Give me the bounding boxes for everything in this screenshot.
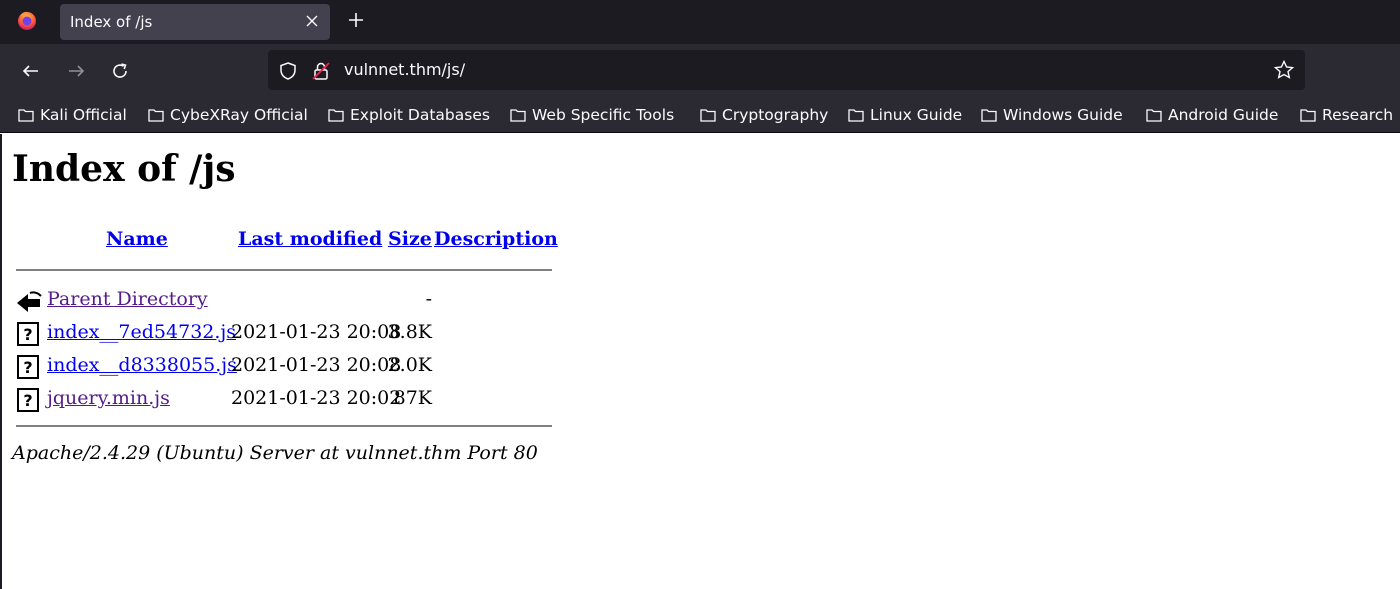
firefox-icon[interactable] [16,9,38,31]
file-link[interactable]: Parent Directory [47,288,208,310]
folder-icon [148,109,164,122]
column-header-size[interactable]: Size [388,228,432,250]
bookmark-windows-guide[interactable]: Windows Guide [980,104,1123,126]
forward-arrow-icon[interactable] [63,58,89,84]
bookmark-label: Kali Official [40,106,127,124]
file-link[interactable]: jquery.min.js [47,387,170,409]
table-row: ? index__7ed54732.js 2021-01-23 20:08 3.… [16,320,556,348]
file-link[interactable]: index__7ed54732.js [47,321,236,343]
reload-icon[interactable] [107,58,133,84]
bookmark-cybexray-official[interactable]: CybeXRay Official [147,104,308,126]
bookmark-label: Android Guide [1168,106,1279,124]
new-tab-plus-icon[interactable] [344,8,368,32]
unknown-file-icon: ? [17,388,39,412]
bookmark-kali-official[interactable]: Kali Official [17,104,127,126]
close-icon[interactable] [302,11,322,31]
folder-icon [328,109,344,122]
bookmark-android-guide[interactable]: Android Guide [1145,104,1278,126]
url-bar[interactable]: vulnnet.thm/js/ [268,50,1305,90]
divider-bottom [16,425,552,427]
bookmark-label: Research [1322,106,1394,124]
bookmarks-toolbar: Kali Official CybeXRay Official Exploit … [0,98,1400,133]
bookmark-research[interactable]: Research [1299,104,1393,126]
bookmark-exploit-databases[interactable]: Exploit Databases [327,104,490,126]
folder-icon [1146,109,1162,122]
bookmark-label: Windows Guide [1003,106,1123,124]
svg-text:?: ? [23,391,32,410]
file-link[interactable]: index__d8338055.js [47,354,237,376]
unknown-file-icon: ? [17,355,39,379]
tab-bar: Index of /js [0,0,1400,44]
file-modified: 2021-01-23 20:02 [231,387,402,409]
page-content: Index of /js Name Last modified Size Des… [0,134,1400,589]
bookmark-cryptography[interactable]: Cryptography [699,104,828,126]
file-size: - [425,288,432,310]
table-row: ? jquery.min.js 2021-01-23 20:02 87K [16,386,556,414]
url-text[interactable]: vulnnet.thm/js/ [344,60,465,79]
bookmark-star-icon[interactable] [1273,59,1295,81]
server-signature: Apache/2.4.29 (Ubuntu) Server at vulnnet… [12,442,538,464]
svg-text:?: ? [23,325,32,344]
navigation-toolbar: vulnnet.thm/js/ [0,44,1400,98]
back-icon [17,291,42,312]
folder-icon [510,109,526,122]
file-modified: 2021-01-23 20:08 [231,321,402,343]
file-modified: 2021-01-23 20:08 [231,354,402,376]
svg-text:?: ? [23,358,32,377]
table-row: Parent Directory - [16,287,556,315]
bookmark-label: Linux Guide [870,106,963,124]
table-row: ? index__d8338055.js 2021-01-23 20:08 2.… [16,353,556,381]
folder-icon [848,109,864,122]
tracking-shield-icon[interactable] [278,61,298,81]
bookmark-label: Web Specific Tools [532,106,675,124]
tab-title: Index of /js [70,13,153,31]
bookmark-linux-guide[interactable]: Linux Guide [847,104,962,126]
file-size: 2.0K [387,354,432,376]
bookmark-label: Exploit Databases [350,106,490,124]
file-size: 3.8K [387,321,432,343]
folder-icon [18,109,34,122]
insecure-lock-icon[interactable] [310,60,332,82]
bookmark-web-specific-tools[interactable]: Web Specific Tools [509,104,674,126]
bookmark-label: Cryptography [722,106,829,124]
folder-icon [1300,109,1316,122]
page-title: Index of /js [12,148,236,190]
folder-icon [700,109,716,122]
bookmark-label: CybeXRay Official [170,106,308,124]
column-header-name[interactable]: Name [106,228,168,250]
divider-top [16,269,552,271]
tab-active[interactable]: Index of /js [60,4,330,40]
unknown-file-icon: ? [17,322,39,346]
column-header-description[interactable]: Description [434,228,558,250]
column-header-last-modified[interactable]: Last modified [238,228,382,250]
file-size: 87K [393,387,432,409]
back-arrow-icon[interactable] [18,58,44,84]
folder-icon [981,109,997,122]
